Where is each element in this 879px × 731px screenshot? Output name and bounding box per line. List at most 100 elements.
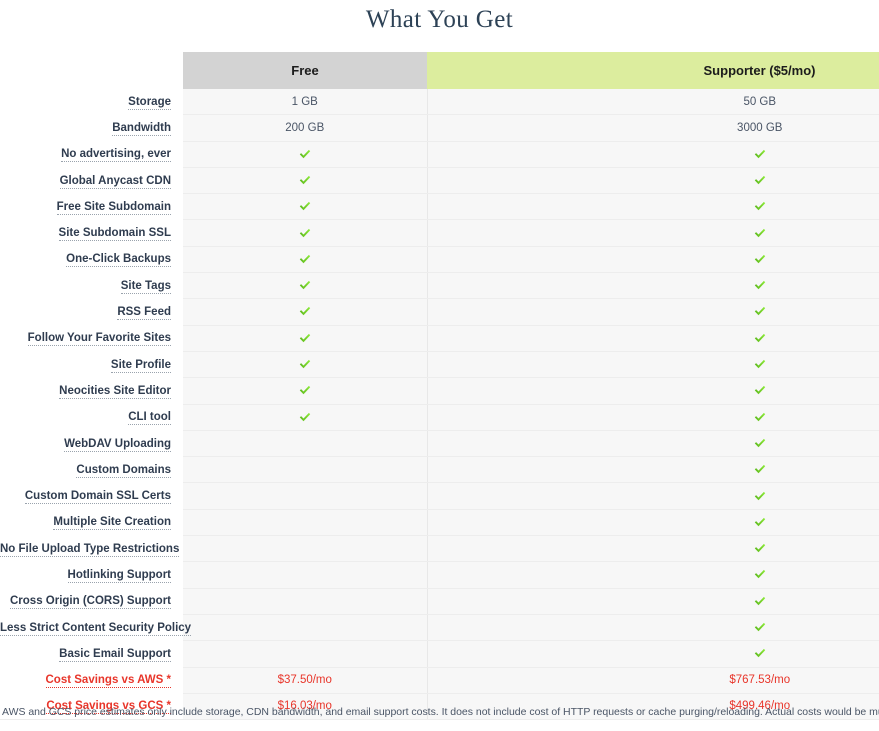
check-icon [754, 464, 766, 475]
row-label-cost-savings-vs-aws[interactable]: Cost Savings vs AWS * [0, 667, 183, 694]
table-row: Less Strict Content Security Policy [0, 614, 879, 642]
check-icon [754, 333, 766, 344]
check-icon [754, 385, 766, 396]
check-icon [754, 306, 766, 317]
table-row: No File Upload Type Restrictions [0, 535, 879, 563]
cell-supporter [427, 325, 879, 352]
check-icon [299, 254, 311, 265]
check-icon [754, 280, 766, 291]
check-icon [299, 228, 311, 239]
comparison-table-container: Free Supporter ($5/mo) Storage 1 GB 50 GB B… [0, 52, 879, 721]
cell-supporter [427, 141, 879, 168]
check-icon [299, 280, 311, 291]
check-icon [754, 491, 766, 502]
check-icon [754, 648, 766, 659]
row-label-text: Hotlinking Support [67, 568, 171, 583]
cell-supporter [427, 456, 879, 484]
table-row: WebDAV Uploading [0, 430, 879, 458]
row-label-text: RSS Feed [117, 306, 171, 321]
table-row: CLI tool [0, 404, 879, 431]
cell-supporter [427, 377, 879, 405]
check-icon [754, 622, 766, 633]
row-label-hotlinking-support[interactable]: Hotlinking Support [0, 561, 183, 589]
row-label-cli-tool[interactable]: CLI tool [0, 404, 183, 431]
page-title: What You Get [365, 6, 514, 33]
check-icon [299, 412, 311, 423]
pricing-comparison-page: What You Get Free Supporter ($5/mo) Stor… [0, 0, 879, 731]
row-label-site-subdomain-ssl[interactable]: Site Subdomain SSL [0, 219, 183, 247]
table-header-row: Free Supporter ($5/mo) [0, 52, 879, 89]
cell-free [183, 430, 428, 458]
cell-free [183, 561, 428, 589]
row-label-text: Neocities Site Editor [59, 384, 171, 399]
row-label-less-strict-content-security-policy[interactable]: Less Strict Content Security Policy [0, 614, 192, 641]
cell-free [183, 167, 428, 195]
cell-free [183, 482, 428, 510]
row-label-webdav-uploading[interactable]: WebDAV Uploading [0, 430, 183, 457]
table-row: Cross Origin (CORS) Support [0, 588, 879, 615]
table-row: Multiple Site Creation [0, 509, 879, 537]
table-row: One-Click Backups [0, 246, 879, 274]
cell-supporter [427, 535, 879, 563]
cell-supporter [427, 509, 879, 537]
check-icon [754, 254, 766, 265]
table-row: Custom Domain SSL Certs [0, 482, 879, 510]
cell-free: 200 GB [183, 114, 428, 142]
row-label-global-anycast-cdn[interactable]: Global Anycast CDN [0, 167, 183, 194]
row-label-text: No advertising, ever [61, 148, 171, 163]
row-label-text: One-Click Backups [66, 253, 171, 268]
cell-free [183, 509, 428, 537]
feature-comparison-table: Free Supporter ($5/mo) Storage 1 GB 50 GB B… [0, 52, 879, 721]
row-label-multiple-site-creation[interactable]: Multiple Site Creation [0, 509, 183, 536]
check-icon [754, 438, 766, 449]
row-label-one-click-backups[interactable]: One-Click Backups [0, 246, 183, 273]
table-row: Cost Savings vs AWS * $37.50/mo $767.53/mo [0, 667, 879, 694]
check-icon [299, 333, 311, 344]
cell-free [183, 588, 428, 615]
row-label-storage[interactable]: Storage [0, 89, 183, 115]
row-label-no-file-upload-type-restrictions[interactable]: No File Upload Type Restrictions [0, 535, 183, 562]
row-label-site-profile[interactable]: Site Profile [0, 351, 183, 378]
table-row: Site Profile [0, 351, 879, 379]
row-label-custom-domain-ssl-certs[interactable]: Custom Domain SSL Certs [0, 482, 183, 510]
row-label-bandwidth[interactable]: Bandwidth [0, 114, 183, 142]
cell-free [183, 377, 428, 405]
row-label-text: WebDAV Uploading [64, 437, 171, 452]
cell-free [183, 219, 428, 247]
check-icon [754, 175, 766, 186]
table-row: No advertising, ever [0, 141, 879, 168]
cell-free [183, 404, 428, 431]
row-label-free-site-subdomain[interactable]: Free Site Subdomain [0, 193, 183, 220]
cell-free [183, 614, 428, 642]
cell-supporter [427, 246, 879, 274]
row-label-neocities-site-editor[interactable]: Neocities Site Editor [0, 377, 183, 405]
cell-supporter [427, 588, 879, 615]
cell-free [183, 141, 428, 168]
cell-free [183, 246, 428, 274]
cell-free [183, 325, 428, 352]
row-label-text: Storage [128, 95, 171, 110]
row-label-cross-origin-cors-support[interactable]: Cross Origin (CORS) Support [0, 588, 183, 615]
cell-supporter: 50 GB [427, 89, 879, 116]
check-icon [299, 149, 311, 160]
row-label-follow-your-favorite-sites[interactable]: Follow Your Favorite Sites [0, 325, 183, 352]
row-label-text: Global Anycast CDN [59, 174, 171, 189]
cell-free [183, 351, 428, 379]
column-header-supporter: Supporter ($5/mo) [427, 52, 879, 89]
check-icon [299, 385, 311, 396]
cell-free [183, 456, 428, 484]
check-icon [754, 149, 766, 160]
row-label-custom-domains[interactable]: Custom Domains [0, 456, 183, 483]
row-label-site-tags[interactable]: Site Tags [0, 272, 183, 299]
row-label-no-advertising-ever[interactable]: No advertising, ever [0, 141, 183, 168]
cell-supporter [427, 219, 879, 247]
check-icon [754, 569, 766, 580]
row-label-basic-email-support[interactable]: Basic Email Support [0, 640, 183, 668]
cell-free [183, 535, 428, 563]
table-row: Global Anycast CDN [0, 167, 879, 195]
check-icon [754, 517, 766, 528]
row-label-rss-feed[interactable]: RSS Feed [0, 298, 183, 326]
table-row: Free Site Subdomain [0, 193, 879, 221]
row-label-text: Site Tags [120, 279, 171, 294]
cell-supporter [427, 272, 879, 300]
